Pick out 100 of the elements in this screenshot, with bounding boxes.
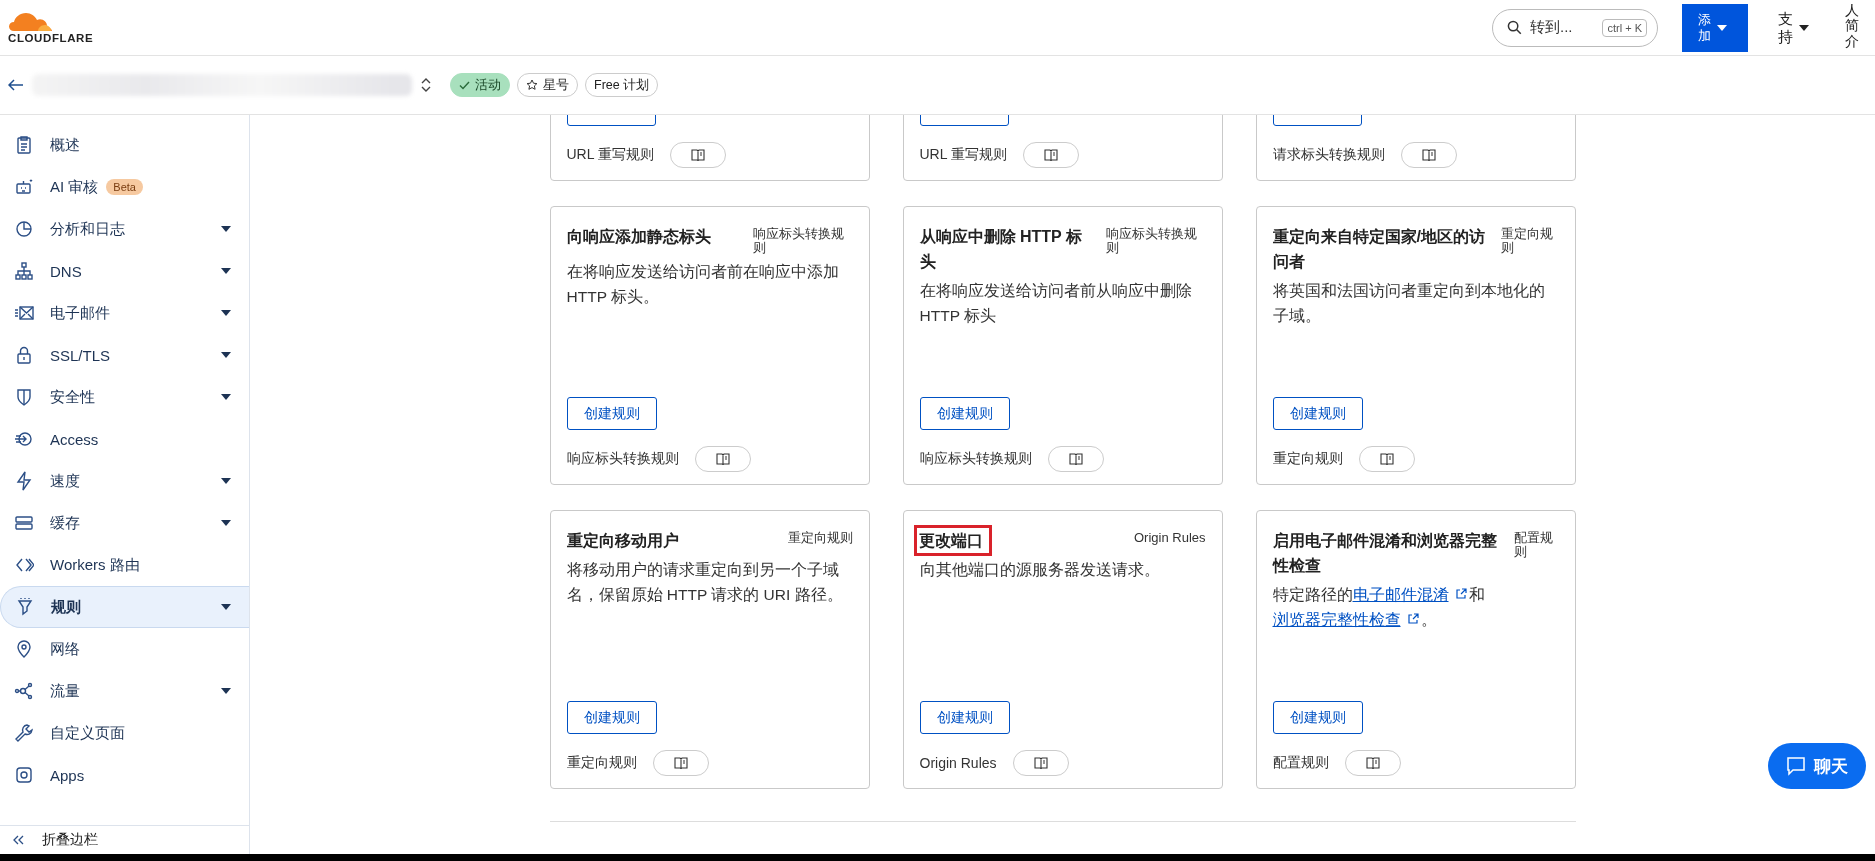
create-rule-button[interactable]: 创建规则 (566, 397, 657, 430)
sidebar-item[interactable]: Access (0, 418, 249, 460)
keyboard-shortcut: ctrl + K (1602, 18, 1647, 37)
card-title: 更改端口 (913, 525, 992, 556)
card-description: 将移动用户的请求重定向到另一个子域名，保留原始 HTTP 请求的 URI 路径。 (566, 560, 844, 605)
create-rule-button[interactable]: 创建规则 (1272, 397, 1363, 430)
create-rule-button[interactable]: 创建规则 (919, 701, 1010, 734)
network-tree-icon (14, 261, 34, 281)
rule-type-label: Origin Rules (919, 755, 997, 771)
back-arrow-icon[interactable] (8, 79, 24, 91)
card-title: 重定向来自特定国家/地区的访问者 (1271, 227, 1486, 272)
status-badge: 活动 (450, 73, 510, 97)
description-link[interactable]: 浏览器完整性检查 (1272, 611, 1401, 628)
sidebar-item-label: AI 审核 (50, 177, 99, 197)
rule-type-label: 响应标头转换规则 (566, 450, 679, 468)
collapse-label: 折叠边栏 (42, 831, 98, 849)
book-icon (1043, 149, 1058, 161)
sidebar-item[interactable]: Workers 路由 (0, 544, 249, 586)
rule-type-tag: 重定向规则 (787, 531, 853, 545)
card-title: 重定向移动用户 (565, 531, 680, 551)
sidebar-item-label: Apps (50, 766, 85, 784)
sidebar-item[interactable]: 网络 (0, 628, 249, 670)
check-icon (459, 80, 470, 90)
description-link[interactable]: 电子邮件混淆 (1352, 586, 1449, 603)
lightning-icon (14, 471, 34, 491)
rule-type-label: 请求标头转换规则 (1272, 146, 1385, 164)
cloud-logo-icon (8, 11, 54, 32)
pie-chart-icon (14, 219, 34, 239)
caret-down-icon (221, 226, 231, 232)
storage-drive-icon (14, 513, 34, 533)
card-title: 向响应添加静态标头 (565, 227, 712, 247)
rule-type-label: 重定向规则 (566, 754, 637, 772)
search-icon (1507, 20, 1522, 35)
logo-text: CLOUDFLARE (8, 31, 94, 44)
add-button[interactable]: 添加 (1682, 3, 1748, 52)
card-description: 向其他端口的源服务器发送请求。 (919, 560, 1161, 580)
sidebar-item-label: 安全性 (50, 387, 95, 407)
search-placeholder: 转到... (1530, 18, 1573, 37)
sidebar-item[interactable]: 规则 (0, 586, 249, 628)
rule-type-tag: 配置规则 (1514, 531, 1559, 559)
card-description: 在将响应发送给访问者前在响应中添加 HTTP 标头。 (566, 262, 840, 307)
create-rule-button[interactable]: 创建规则 (919, 397, 1010, 430)
rule-type-label: URL 重写规则 (566, 146, 654, 164)
caret-down-icon (221, 520, 231, 526)
support-menu[interactable]: 支持 (1778, 10, 1809, 45)
sidebar-item[interactable]: DNS (0, 250, 249, 292)
profile-menu[interactable]: 人简介 (1845, 2, 1859, 49)
book-icon (673, 757, 688, 769)
sidebar-item[interactable]: 安全性 (0, 376, 249, 418)
sidebar-item[interactable]: 概述 (0, 124, 249, 166)
shield-icon (14, 387, 34, 407)
chat-button[interactable]: 聊天 (1768, 743, 1866, 789)
book-icon (1379, 453, 1394, 465)
sidebar-item[interactable]: 流量 (0, 670, 249, 712)
rule-type-label: 响应标头转换规则 (919, 450, 1032, 468)
sidebar-item[interactable]: 自定义页面 (0, 712, 249, 754)
sidebar-item[interactable]: 缓存 (0, 502, 249, 544)
caret-down-icon (221, 268, 231, 274)
caret-down-icon (221, 478, 231, 484)
book-icon (690, 149, 705, 161)
sidebar-item-label: Access (50, 430, 99, 448)
card-description: 将英国和法国访问者重定向到本地化的子域。 (1272, 281, 1546, 326)
card-title: 启用电子邮件混淆和浏览器完整性检查 (1271, 531, 1498, 576)
caret-down-icon (1717, 24, 1728, 31)
book-icon (1068, 453, 1083, 465)
sidebar-item-label: 网络 (50, 639, 80, 659)
funnel-icon (15, 597, 35, 617)
caret-down-icon (221, 688, 231, 694)
rule-type-tag: 响应标头转换规则 (1105, 227, 1206, 255)
sign-in-arrow-icon (14, 429, 34, 449)
sidebar-item[interactable]: SSL/TLS (0, 334, 249, 376)
sidebar-item-label: Workers 路由 (50, 555, 140, 575)
sidebar-item[interactable]: AI 审核 Beta (0, 166, 249, 208)
card-description: 特定路径的电子邮件混淆 和 浏览器完整性检查 。 (1272, 585, 1486, 630)
card-description: 在将响应发送给访问者前从响应中删除 HTTP 标头 (919, 281, 1193, 326)
sidebar-item[interactable]: Apps (0, 754, 249, 796)
sidebar-item[interactable]: 速度 (0, 460, 249, 502)
up-down-chevron-icon[interactable] (420, 76, 432, 94)
external-link-icon (1406, 613, 1419, 625)
card-title: 从响应中删除 HTTP 标头 (918, 227, 1083, 272)
create-rule-button[interactable]: 创建规则 (1272, 701, 1363, 734)
wrench-icon (14, 723, 34, 743)
sidebar-item-label: 速度 (50, 471, 80, 491)
caret-down-icon (221, 310, 231, 316)
beta-badge: Beta (106, 179, 143, 195)
sidebar-item[interactable]: 电子邮件 (0, 292, 249, 334)
sidebar-item-label: 缓存 (50, 513, 80, 533)
sidebar-item-label: 分析和日志 (50, 219, 125, 239)
rule-type-tag: Origin Rules (1133, 531, 1206, 545)
book-icon (1421, 149, 1436, 161)
caret-down-icon (221, 394, 231, 400)
create-rule-button[interactable]: 创建规则 (566, 701, 657, 734)
caret-down-icon (1799, 24, 1809, 31)
sidebar-item-label: 规则 (51, 597, 81, 617)
caret-down-icon (221, 604, 231, 610)
sidebar-item[interactable]: 分析和日志 (0, 208, 249, 250)
robot-icon (14, 177, 34, 197)
caret-down-icon (221, 352, 231, 358)
rule-type-tag: 重定向规则 (1500, 227, 1559, 255)
book-icon (1033, 757, 1048, 769)
